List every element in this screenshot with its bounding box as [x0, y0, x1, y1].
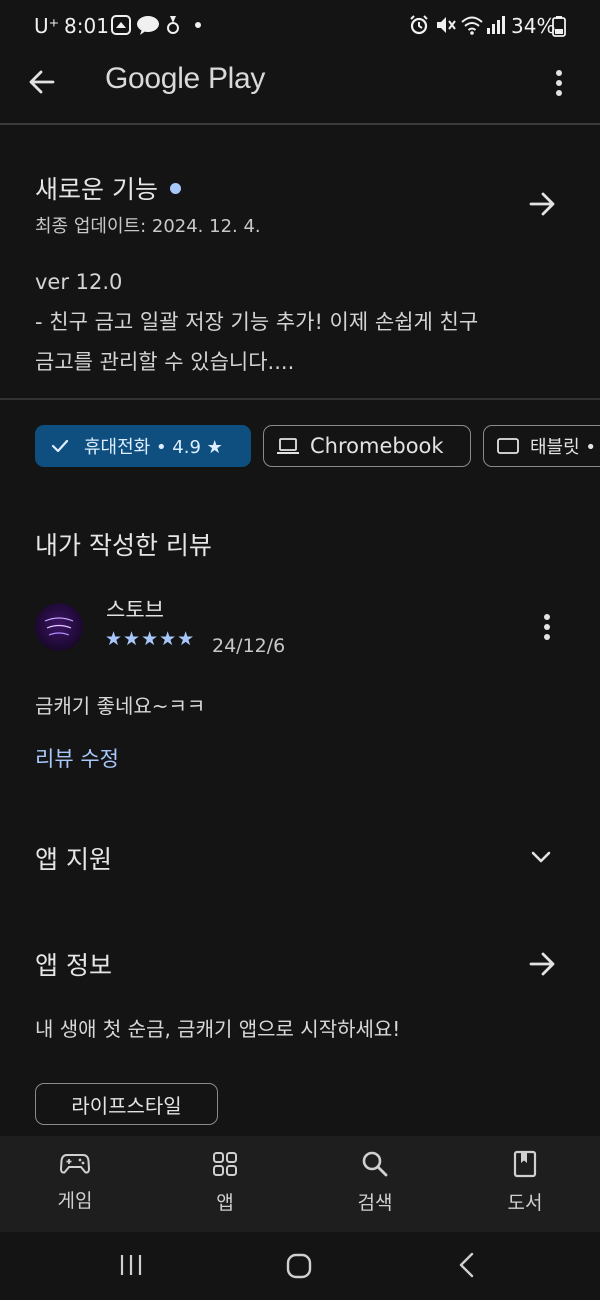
my-review-title: 내가 작성한 리뷰 [35, 531, 212, 560]
nav-search[interactable]: 검색 [300, 1150, 450, 1215]
app-bar-title: Google Play [105, 62, 266, 95]
review-more-icon[interactable] [536, 612, 558, 642]
app-bar-divider [0, 123, 600, 125]
recent-apps-icon[interactable] [118, 1252, 144, 1278]
chat-notification-icon [137, 16, 159, 35]
signal-icon [487, 16, 505, 34]
alarm-icon [410, 15, 428, 35]
carrier-label: U⁺ [34, 14, 60, 38]
nav-apps[interactable]: 앱 [150, 1150, 300, 1215]
book-icon [513, 1150, 537, 1178]
search-icon [362, 1151, 388, 1177]
version-text: ver 12.0 [35, 270, 123, 294]
more-notifications-dot-icon [195, 22, 201, 28]
system-navigation-bar [0, 1232, 600, 1300]
laptop-icon [277, 438, 299, 454]
category-tag-label: 라이프스타일 [71, 1093, 182, 1118]
chevron-down-icon[interactable] [529, 847, 553, 867]
nav-books[interactable]: 도서 [450, 1150, 600, 1215]
category-tag[interactable]: 라이프스타일 [35, 1083, 218, 1125]
app-notification-icon [167, 16, 179, 34]
review-stars: ★★★★★ [105, 628, 196, 650]
back-arrow-icon[interactable] [28, 68, 56, 96]
review-date: 24/12/6 [212, 635, 286, 657]
nav-books-label: 도서 [507, 1192, 543, 1214]
status-time: 8:01 [64, 14, 109, 38]
back-nav-icon[interactable] [456, 1252, 478, 1278]
app-info-title[interactable]: 앱 정보 [35, 946, 112, 982]
app-info-arrow-icon[interactable] [528, 950, 556, 978]
mute-icon [437, 17, 456, 33]
status-bar: U⁺ 8:01 34% [0, 0, 600, 52]
release-notes-line2: 금고를 관리할 수 있습니다.... [35, 350, 295, 374]
nav-apps-label: 앱 [216, 1192, 234, 1214]
section-divider [0, 398, 600, 400]
nav-games[interactable]: 게임 [0, 1150, 150, 1213]
chip-chromebook[interactable]: Chromebook [263, 425, 471, 467]
review-text: 금캐기 좋네요~ㅋㅋ [35, 694, 206, 718]
chip-phone-label: 휴대전화 • 4.9 ★ [84, 437, 223, 458]
battery-icon [552, 16, 566, 37]
gamepad-icon [59, 1154, 91, 1174]
nav-games-label: 게임 [57, 1190, 93, 1212]
release-notes-line1: - 친구 금고 일괄 저장 기능 추가! 이제 손쉽게 친구 [35, 310, 479, 334]
check-icon [51, 439, 69, 453]
home-icon[interactable] [285, 1252, 313, 1280]
whats-new-title: 새로운 기능 [35, 175, 158, 204]
chip-tablet-label: 태블릿 • [530, 437, 597, 458]
app-description: 내 생애 첫 순금, 금캐기 앱으로 시작하세요! [35, 1017, 401, 1041]
whats-new-arrow-icon[interactable] [528, 190, 556, 218]
avatar-artwork [44, 617, 74, 636]
wifi-icon [461, 16, 483, 35]
nav-search-label: 검색 [357, 1192, 393, 1214]
app-support-title[interactable]: 앱 지원 [35, 840, 112, 876]
chip-tablet[interactable]: 태블릿 • [483, 425, 600, 467]
apps-grid-icon [213, 1152, 237, 1176]
chip-phone[interactable]: 휴대전화 • 4.9 ★ [35, 425, 251, 467]
bottom-navigation: 게임 앱 검색 도서 [0, 1136, 600, 1232]
last-updated-text: 최종 업데이트: 2024. 12. 4. [35, 216, 261, 237]
battery-percent: 34% [511, 14, 556, 38]
chip-chromebook-label: Chromebook [310, 434, 444, 458]
review-author: 스토브 [106, 598, 164, 622]
overflow-menu-icon[interactable] [548, 68, 570, 98]
avatar [35, 603, 83, 651]
edit-review-link[interactable]: 리뷰 수정 [35, 743, 119, 773]
whats-new-header[interactable]: 새로운 기능 [35, 170, 181, 206]
home-notification-icon [111, 15, 131, 35]
tablet-icon [497, 438, 519, 454]
new-indicator-dot [169, 182, 181, 194]
